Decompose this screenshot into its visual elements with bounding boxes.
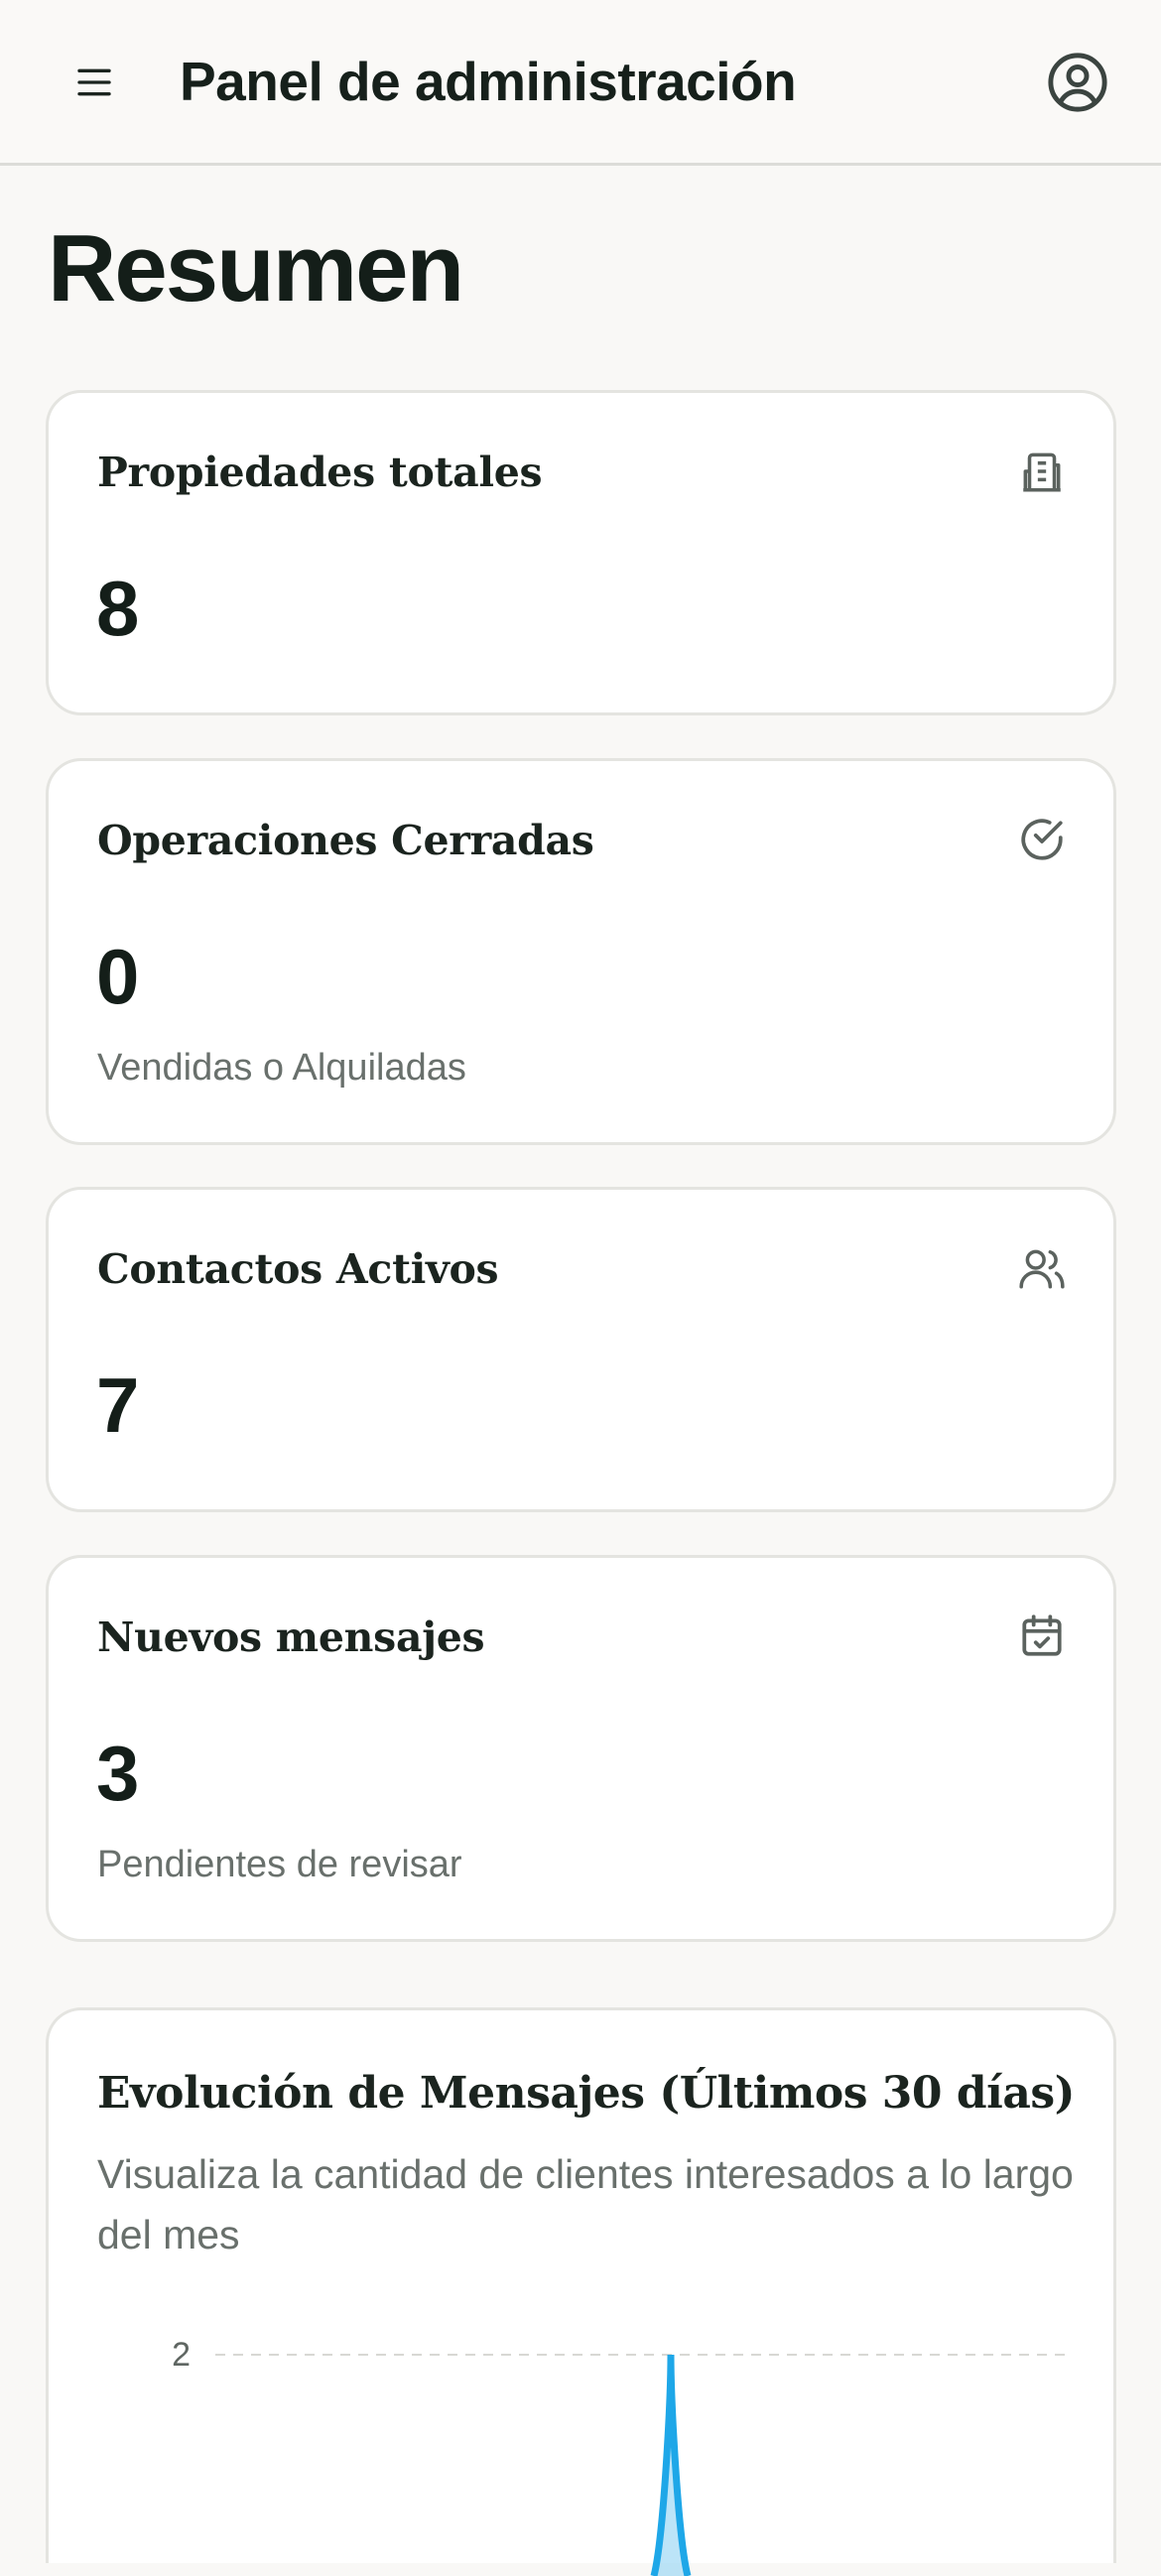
stat-card-value: 7 [96,1361,140,1449]
messages-chart: 2 [172,2336,1071,2576]
menu-icon [77,68,111,96]
y-tick-label: 2 [172,2336,191,2374]
stat-card-title: Contactos Activos [97,1245,499,1293]
user-circle-icon [1048,53,1107,112]
calendar-check-icon [1017,1611,1067,1661]
stat-card-subtitle: Pendientes de revisar [97,1844,462,1885]
stat-card-title: Operaciones Cerradas [97,817,594,864]
menu-button[interactable] [62,55,127,110]
stat-card-active-contacts: Contactos Activos 7 [46,1187,1116,1512]
building-icon [1017,447,1067,496]
top-app-bar: Panel de administración [0,0,1161,166]
stat-card-value: 8 [96,565,140,652]
users-icon [1017,1243,1067,1293]
chart-title: Evolución de Mensajes (Últimos 30 días) [97,2068,1075,2119]
stat-card-value: 3 [96,1730,140,1817]
stat-card-new-messages: Nuevos mensajes 3 Pendientes de revisar [46,1555,1116,1942]
stat-card-subtitle: Vendidas o Alquiladas [97,1047,466,1089]
messages-chart-card: Evolución de Mensajes (Últimos 30 días) … [46,2007,1116,2576]
check-circle-icon [1017,815,1067,864]
stat-card-total-properties: Propiedades totales 8 [46,390,1116,715]
app-title: Panel de administración [180,51,797,112]
account-button[interactable] [1047,52,1108,113]
chart-description: Visualiza la cantidad de clientes intere… [97,2151,1074,2257]
page-title: Resumen [48,215,464,322]
stat-card-value: 0 [96,933,140,1020]
stat-card-title: Propiedades totales [97,449,543,496]
stat-card-closed-operations: Operaciones Cerradas 0 Vendidas o Alquil… [46,758,1116,1145]
stat-card-title: Nuevos mensajes [97,1613,485,1661]
